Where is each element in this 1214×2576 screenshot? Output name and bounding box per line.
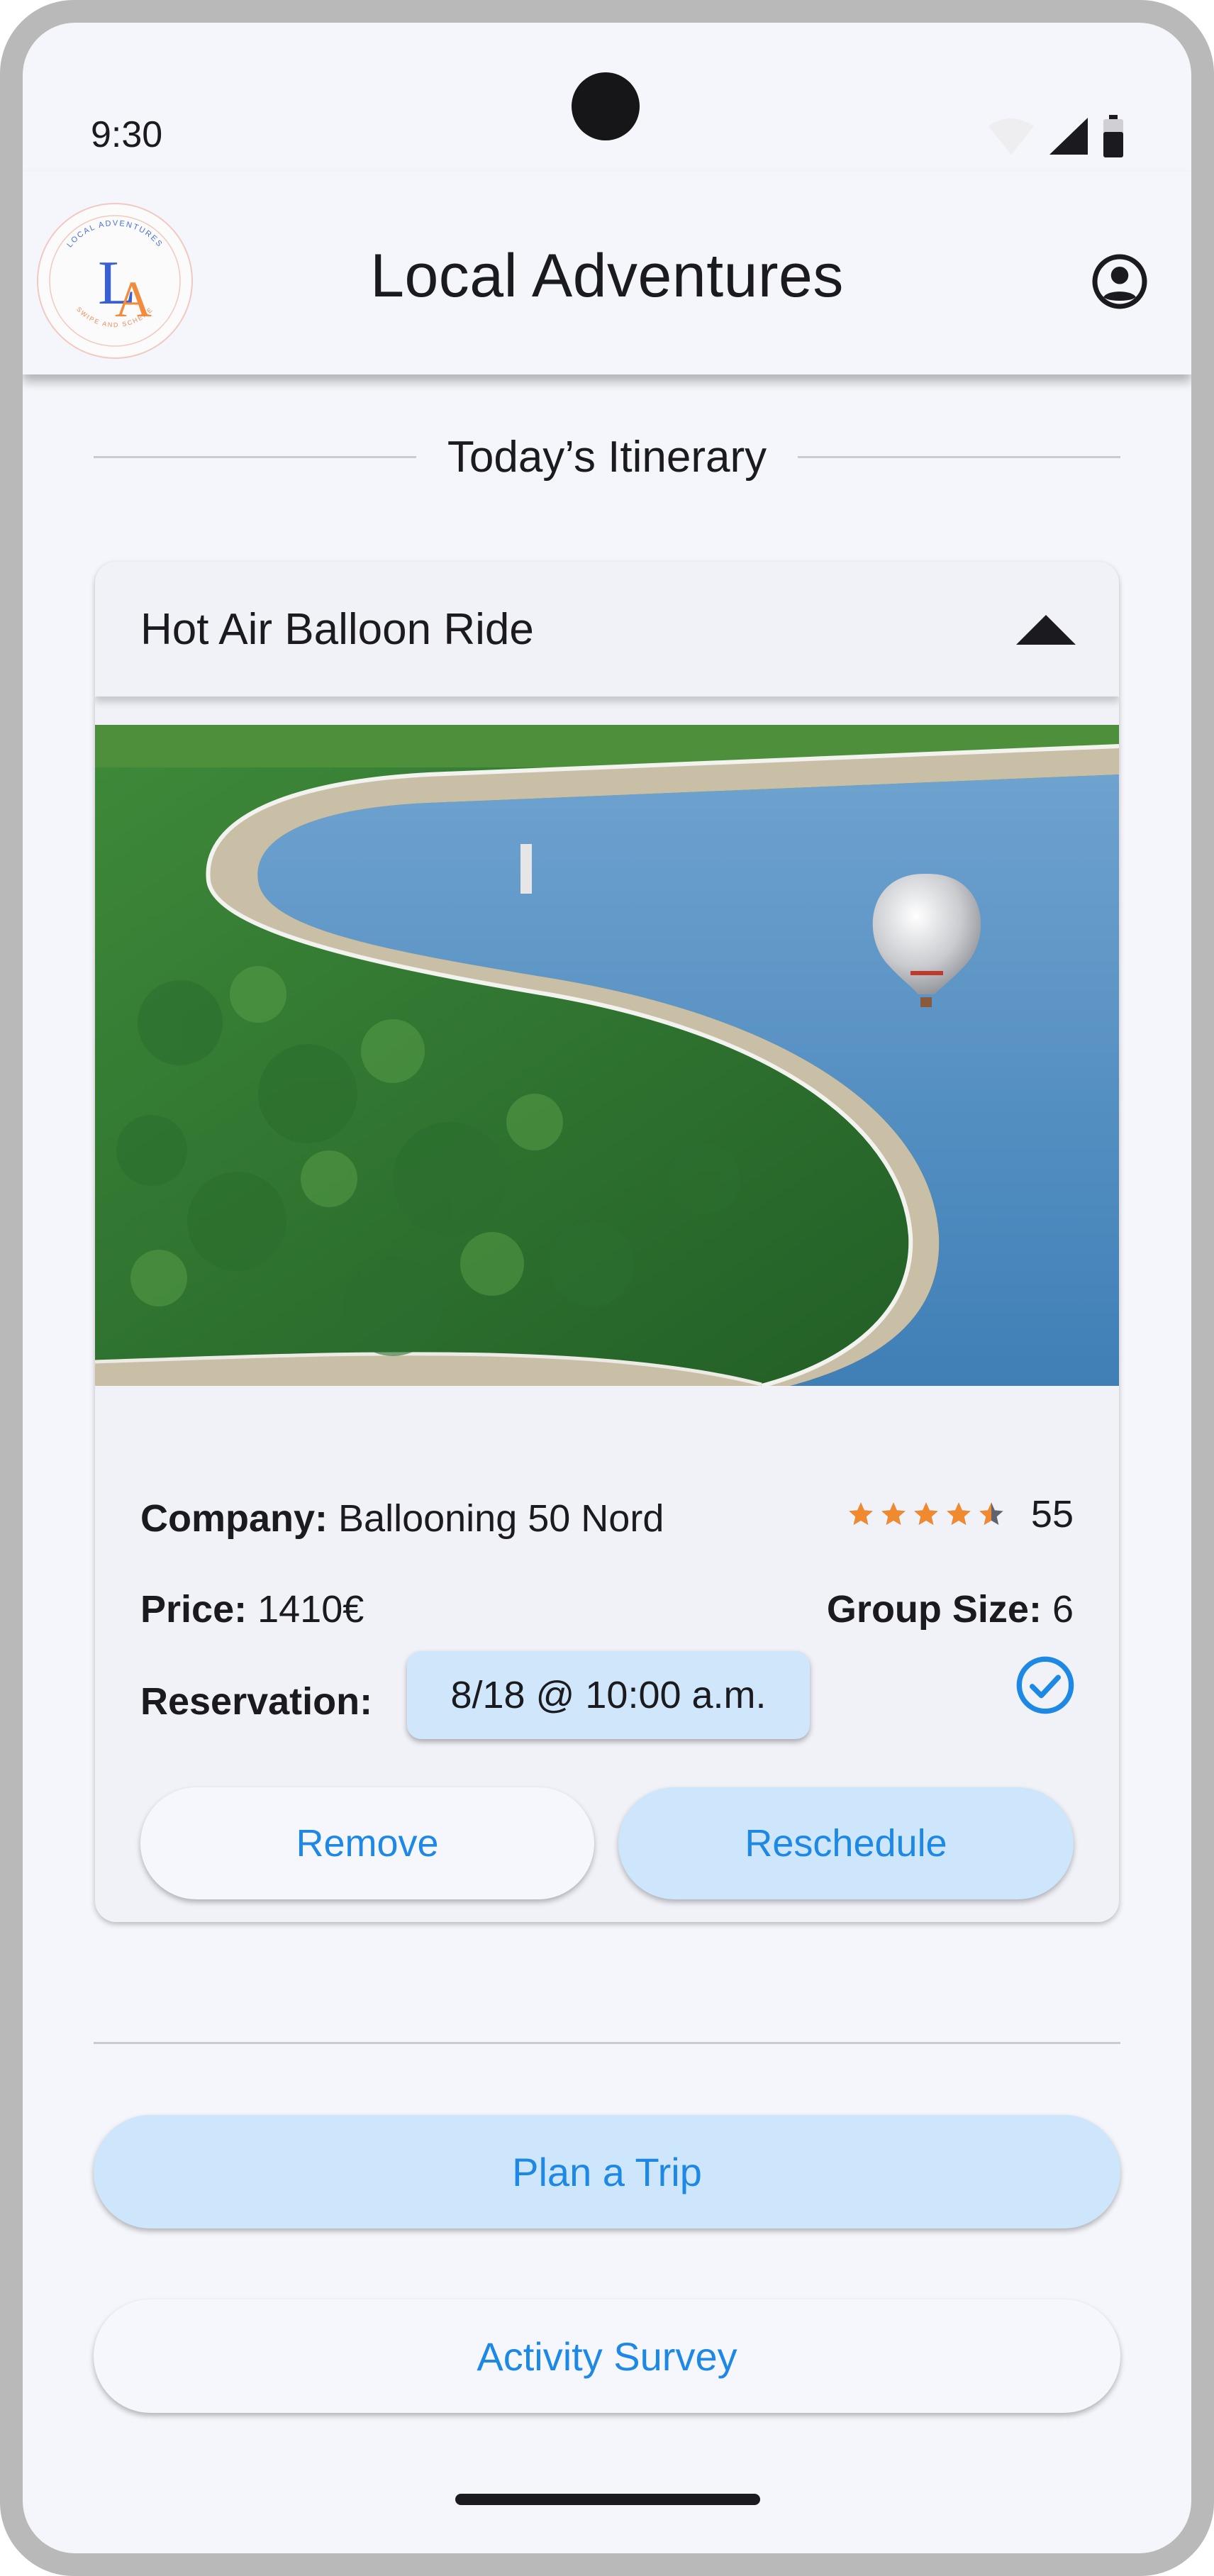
status-icons: [987, 115, 1125, 157]
reservation-label: Reservation:: [140, 1680, 373, 1723]
section-divider-right: [798, 455, 1121, 458]
battery-icon: [1102, 115, 1125, 157]
check-circle-icon: [1014, 1654, 1076, 1726]
device-frame: 9:30 LOCAL ADVENTURES SWIPE AND SCHEME L…: [0, 0, 1214, 2576]
card-title: Hot Air Balloon Ride: [140, 605, 534, 654]
section-divider-left: [94, 455, 416, 458]
group-size-label: Group Size:: [826, 1588, 1042, 1631]
star-icon: [979, 1502, 1003, 1525]
company-row: Company: Ballooning 50 Nord 55: [140, 1493, 1074, 1540]
front-camera: [572, 72, 640, 140]
chevron-up-icon: [1016, 615, 1076, 645]
rating-stars: [847, 1500, 1006, 1528]
reschedule-button[interactable]: Reschedule: [618, 1787, 1074, 1899]
collapse-button[interactable]: [1007, 604, 1085, 657]
plan-trip-button[interactable]: Plan a Trip: [94, 2115, 1120, 2228]
account-button[interactable]: [1088, 250, 1152, 313]
app-title: Local Adventures: [370, 242, 844, 310]
screen: 9:30 LOCAL ADVENTURES SWIPE AND SCHEME L…: [23, 23, 1191, 2553]
reservation-row: Reservation: 8/18 @ 10:00 a.m.: [140, 1651, 1074, 1739]
group-size: Group Size: 6: [827, 1587, 1074, 1631]
section-header: Today’s Itinerary: [94, 428, 1121, 485]
status-bar: 9:30: [23, 23, 1191, 172]
section-title: Today’s Itinerary: [447, 432, 767, 482]
star-icon: [947, 1502, 971, 1525]
activity-survey-button[interactable]: Activity Survey: [94, 2299, 1120, 2413]
price-label: Price:: [140, 1588, 247, 1631]
price-value: 1410€: [257, 1588, 364, 1631]
app-bar: LOCAL ADVENTURES SWIPE AND SCHEME L A Lo…: [23, 172, 1191, 374]
price-row: Price: 1410€ Group Size: 6: [140, 1587, 1074, 1631]
signal-icon: [1048, 116, 1089, 156]
account-circle-icon: [1092, 254, 1147, 309]
reservation-chip[interactable]: 8/18 @ 10:00 a.m.: [407, 1651, 810, 1739]
rating: 55: [847, 1492, 1074, 1536]
content-divider: [94, 2042, 1120, 2044]
star-icon: [849, 1502, 873, 1525]
card-header[interactable]: Hot Air Balloon Ride: [95, 562, 1119, 696]
remove-button[interactable]: Remove: [140, 1787, 594, 1899]
group-size-value: 6: [1052, 1588, 1074, 1631]
company-label: Company:: [140, 1497, 328, 1540]
rating-count: 55: [1030, 1493, 1074, 1536]
hot-air-balloon-photo: [95, 725, 1119, 1386]
itinerary-card: Hot Air Balloon Ride Company: Ballooning…: [95, 562, 1119, 1922]
star-icon: [914, 1502, 938, 1525]
status-time: 9:30: [91, 114, 163, 155]
star-icon: [881, 1502, 906, 1525]
home-indicator[interactable]: [455, 2494, 760, 2505]
company-value: Ballooning 50 Nord: [338, 1497, 664, 1540]
wifi-icon: [987, 116, 1035, 156]
